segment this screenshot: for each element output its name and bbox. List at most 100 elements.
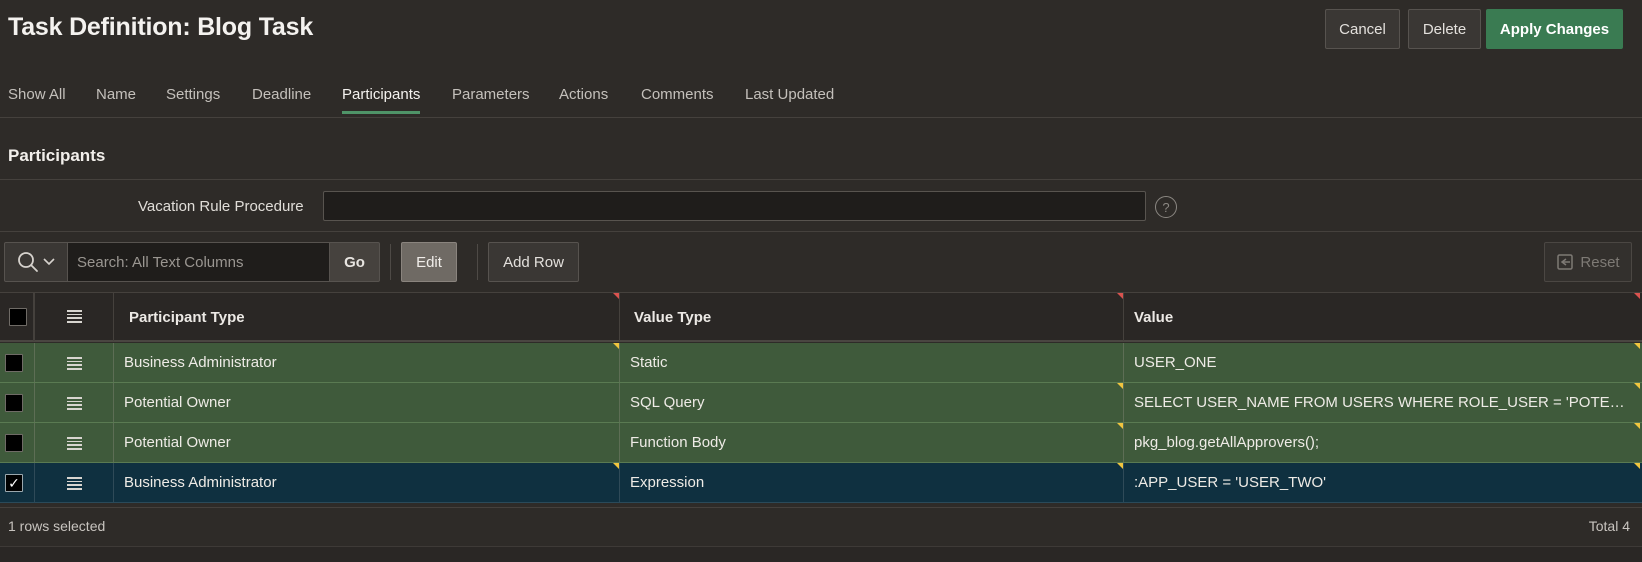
- cell-text: Static: [630, 354, 668, 371]
- tab-deadline[interactable]: Deadline: [252, 86, 311, 114]
- row-select-cell: [0, 423, 35, 462]
- search-input[interactable]: [68, 242, 330, 282]
- column-label: Participant Type: [129, 309, 245, 326]
- table-row[interactable]: Business Administrator Static USER_ONE: [0, 343, 1642, 383]
- reset-icon: [1557, 254, 1574, 270]
- tab-actions[interactable]: Actions: [559, 86, 608, 114]
- delete-button[interactable]: Delete: [1408, 9, 1481, 49]
- cell-text: Function Body: [630, 434, 726, 451]
- changed-marker: [1117, 423, 1123, 429]
- edit-button[interactable]: Edit: [401, 242, 457, 282]
- changed-marker: [1634, 463, 1640, 469]
- header-actions-cell: [35, 293, 114, 341]
- reset-button[interactable]: Reset: [1544, 242, 1632, 282]
- cell-text: Business Administrator: [124, 474, 277, 491]
- search-icon: [18, 252, 38, 272]
- cell-value-type[interactable]: Expression: [620, 463, 1124, 502]
- tab-bar: Show All Name Settings Deadline Particip…: [0, 60, 1642, 118]
- column-label: Value Type: [634, 309, 712, 326]
- select-all-checkbox[interactable]: [9, 308, 27, 326]
- row-actions-icon[interactable]: [67, 310, 82, 323]
- changed-marker: [1117, 463, 1123, 469]
- required-marker: [613, 293, 619, 299]
- changed-marker: [613, 343, 619, 349]
- table-row[interactable]: Potential Owner SQL Query SELECT USER_NA…: [0, 383, 1642, 423]
- row-actions-icon[interactable]: [67, 357, 82, 370]
- cell-value-type[interactable]: Static: [620, 343, 1124, 382]
- tab-parameters[interactable]: Parameters: [452, 86, 530, 114]
- chevron-down-icon: [43, 258, 55, 266]
- cell-value[interactable]: USER_ONE: [1124, 343, 1642, 382]
- cell-value[interactable]: pkg_blog.getAllApprovers();: [1124, 423, 1642, 462]
- cell-text: Expression: [630, 474, 705, 491]
- changed-marker: [1634, 383, 1640, 389]
- cell-text: Potential Owner: [124, 434, 231, 451]
- toolbar-separator: [477, 244, 478, 280]
- row-actions-cell: [35, 423, 114, 462]
- row-actions-cell: [35, 463, 114, 502]
- table-row[interactable]: Potential Owner Function Body pkg_blog.g…: [0, 423, 1642, 463]
- row-actions-cell: [35, 383, 114, 422]
- cell-participant-type[interactable]: Potential Owner: [114, 383, 620, 422]
- cell-participant-type[interactable]: Business Administrator: [114, 463, 620, 502]
- row-select-cell: ✓: [0, 463, 35, 502]
- table-row[interactable]: ✓ Business Administrator Expression :APP…: [0, 463, 1642, 503]
- row-actions-icon[interactable]: [67, 437, 82, 450]
- cancel-button[interactable]: Cancel: [1325, 9, 1400, 49]
- search-group: Go: [4, 242, 380, 282]
- column-header-value[interactable]: Value: [1124, 293, 1642, 341]
- cell-text: pkg_blog.getAllApprovers();: [1134, 434, 1320, 451]
- cell-value-type[interactable]: SQL Query: [620, 383, 1124, 422]
- cell-text: Potential Owner: [124, 394, 231, 411]
- cell-text: :APP_USER = 'USER_TWO': [1134, 474, 1327, 491]
- tab-show-all[interactable]: Show All: [8, 86, 66, 114]
- add-row-button[interactable]: Add Row: [488, 242, 579, 282]
- cell-participant-type[interactable]: Business Administrator: [114, 343, 620, 382]
- changed-marker: [1634, 343, 1640, 349]
- column-header-participant-type[interactable]: Participant Type: [114, 293, 620, 341]
- cell-text: USER_ONE: [1134, 354, 1217, 371]
- search-column-button[interactable]: [4, 242, 68, 282]
- row-actions-icon[interactable]: [67, 397, 82, 410]
- tab-name[interactable]: Name: [96, 86, 136, 114]
- total-count: Total 4: [1588, 518, 1630, 534]
- cell-value[interactable]: SELECT USER_NAME FROM USERS WHERE ROLE_U…: [1124, 383, 1642, 422]
- divider: [0, 231, 1642, 232]
- region-title: Participants: [8, 146, 106, 165]
- changed-marker: [1634, 423, 1640, 429]
- row-checkbox[interactable]: [5, 354, 23, 372]
- header-select-cell: [0, 293, 35, 341]
- tab-participants[interactable]: Participants: [342, 86, 421, 114]
- required-marker: [1117, 293, 1123, 299]
- vacation-rule-input[interactable]: [323, 191, 1146, 221]
- row-checkbox[interactable]: ✓: [5, 474, 23, 492]
- column-header-value-type[interactable]: Value Type: [620, 293, 1124, 341]
- cell-text: Business Administrator: [124, 354, 277, 371]
- row-checkbox[interactable]: [5, 394, 23, 412]
- row-select-cell: [0, 343, 35, 382]
- tab-comments[interactable]: Comments: [641, 86, 714, 114]
- divider: [0, 507, 1642, 508]
- tab-last-updated[interactable]: Last Updated: [745, 86, 834, 114]
- row-actions-icon[interactable]: [67, 477, 82, 490]
- vacation-rule-label: Vacation Rule Procedure: [138, 198, 304, 215]
- changed-marker: [1117, 383, 1123, 389]
- cell-value-type[interactable]: Function Body: [620, 423, 1124, 462]
- row-checkbox[interactable]: [5, 434, 23, 452]
- grid-header: Participant Type Value Type Value: [0, 292, 1642, 342]
- go-button[interactable]: Go: [330, 242, 380, 282]
- divider: [0, 179, 1642, 180]
- row-actions-cell: [35, 343, 114, 382]
- required-marker: [1634, 293, 1640, 299]
- cell-text: SELECT USER_NAME FROM USERS WHERE ROLE_U…: [1134, 394, 1634, 411]
- toolbar-separator: [390, 244, 391, 280]
- tab-settings[interactable]: Settings: [166, 86, 220, 114]
- cell-text: SQL Query: [630, 394, 705, 411]
- help-icon[interactable]: ?: [1155, 196, 1177, 218]
- changed-marker: [613, 463, 619, 469]
- cell-value[interactable]: :APP_USER = 'USER_TWO': [1124, 463, 1642, 502]
- apply-changes-button[interactable]: Apply Changes: [1486, 9, 1623, 49]
- cell-participant-type[interactable]: Potential Owner: [114, 423, 620, 462]
- selection-count: 1 rows selected: [8, 518, 106, 534]
- reset-label: Reset: [1580, 253, 1620, 271]
